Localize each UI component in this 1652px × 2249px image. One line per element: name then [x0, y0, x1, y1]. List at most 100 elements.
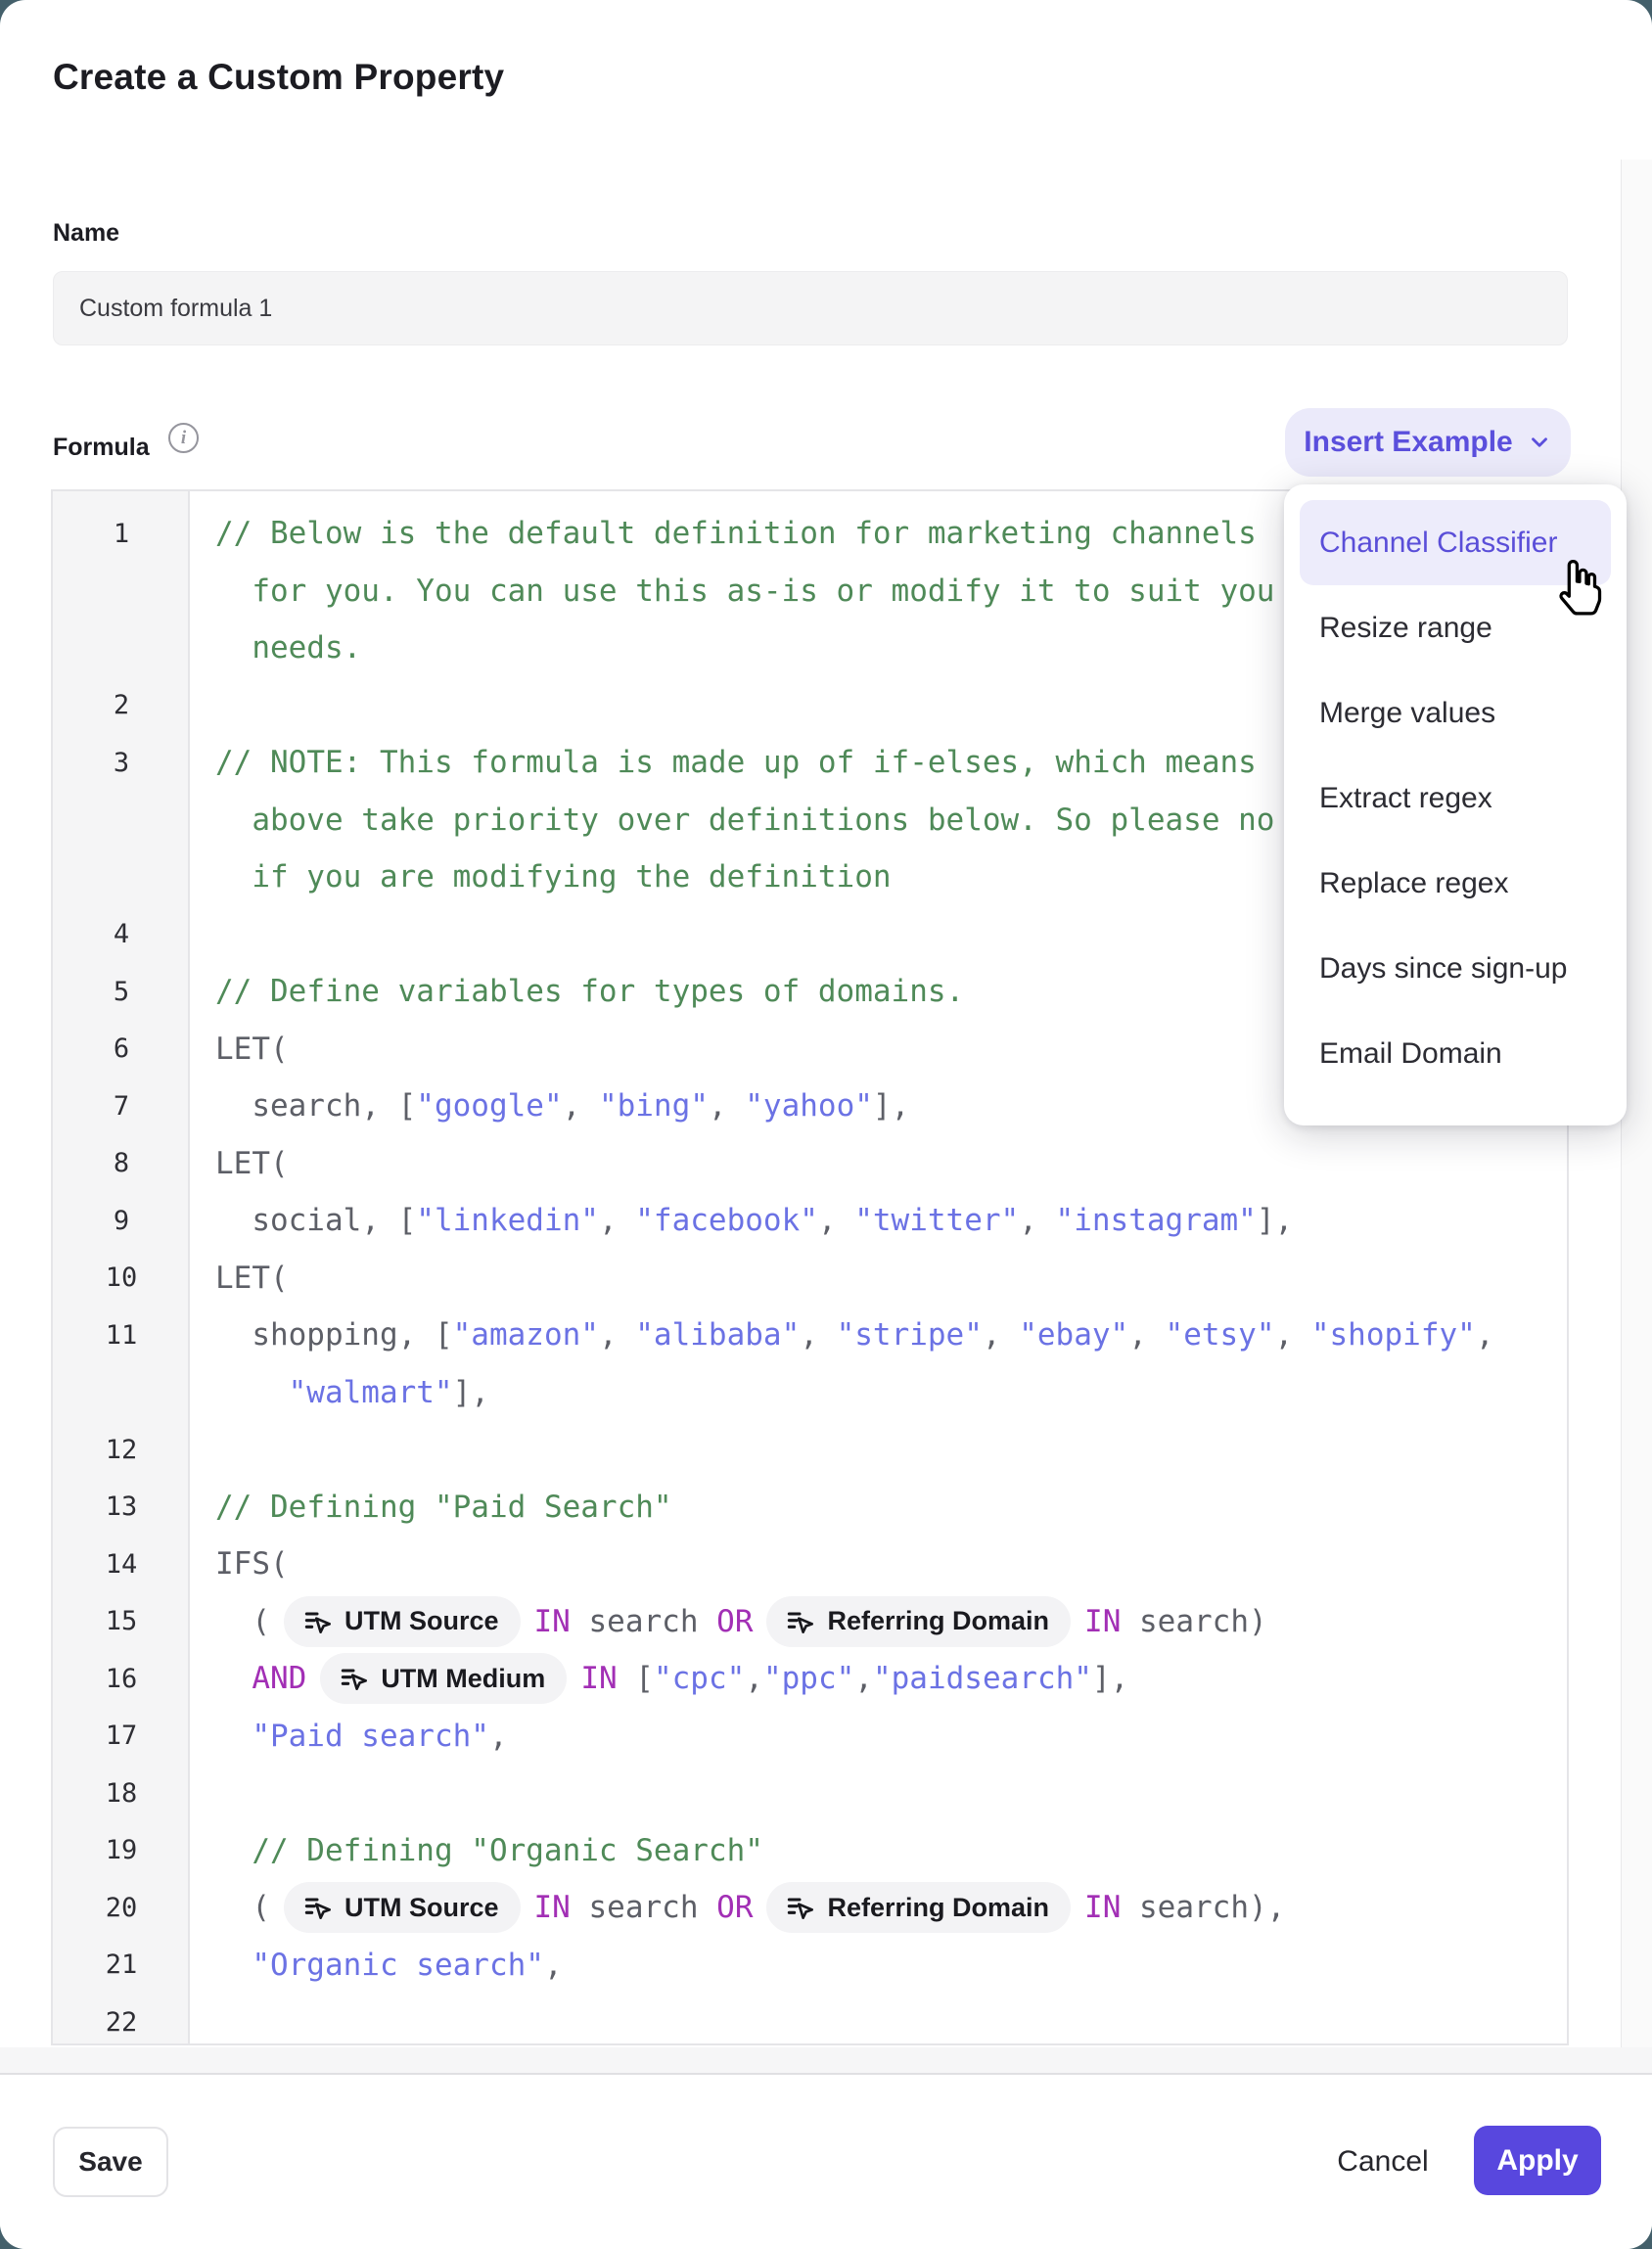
code-string: "facebook"	[635, 1203, 818, 1238]
property-chip-label: Referring Domain	[827, 1606, 1049, 1636]
code-keyword: IN	[1084, 1604, 1121, 1639]
property-chip-utm-source[interactable]: UTM Source	[284, 1596, 521, 1647]
code-string: "linkedin"	[416, 1203, 599, 1238]
code-keyword: IN	[534, 1890, 571, 1925]
name-input[interactable]	[53, 271, 1568, 345]
save-button[interactable]: Save	[53, 2127, 168, 2197]
menu-item-merge-values[interactable]: Merge values	[1300, 670, 1611, 756]
footer: Save Cancel Apply	[0, 2077, 1652, 2249]
code-keyword: OR	[716, 1604, 753, 1639]
code-line: 12	[53, 1421, 1567, 1479]
code-string: "Organic search"	[252, 1948, 544, 1983]
line-number: 12	[53, 1435, 190, 1465]
apply-button[interactable]: Apply	[1474, 2126, 1601, 2195]
code-string: "Paid search"	[252, 1719, 489, 1754]
line-number: 22	[53, 2007, 190, 2038]
code-text: search)	[1121, 1604, 1266, 1639]
code-string: "walmart"	[289, 1375, 453, 1410]
code-string: "twitter"	[854, 1203, 1019, 1238]
property-chip-referring-domain[interactable]: Referring Domain	[766, 1596, 1071, 1647]
code-string: "instagram"	[1056, 1203, 1257, 1238]
code-text: ],	[453, 1375, 489, 1410]
formula-label: Formula	[53, 434, 150, 462]
line-number: 21	[53, 1950, 190, 1980]
code-line: 13// Defining "Paid Search"	[53, 1479, 1567, 1537]
code-string: "bing"	[599, 1088, 709, 1124]
code-text: ,	[489, 1719, 508, 1754]
code-string: "yahoo"	[745, 1088, 873, 1124]
code-string: "etsy"	[1166, 1317, 1275, 1353]
menu-item-days-since-sign-up[interactable]: Days since sign-up	[1300, 926, 1611, 1011]
code-line: 19 // Defining "Organic Search"	[53, 1822, 1567, 1880]
code-line: 18	[53, 1765, 1567, 1822]
code-string: "shopify"	[1311, 1317, 1476, 1353]
line-number: 20	[53, 1893, 190, 1923]
property-chip-label: UTM Medium	[381, 1664, 545, 1694]
code-text: ,	[1019, 1203, 1055, 1238]
code-comment: // NOTE: This formula is made up of if-e…	[215, 745, 1257, 780]
info-circle-icon[interactable]: i	[168, 423, 199, 453]
property-chip-referring-domain[interactable]: Referring Domain	[766, 1882, 1071, 1933]
insert-example-button[interactable]: Insert Example	[1285, 408, 1571, 477]
code-text: search),	[1121, 1890, 1285, 1925]
code-line: 17"Paid search",	[53, 1708, 1567, 1766]
code-text: ,	[1275, 1317, 1311, 1353]
property-chip-icon	[784, 1892, 815, 1923]
property-chip-utm-medium[interactable]: UTM Medium	[320, 1653, 567, 1704]
line-number: 14	[53, 1549, 190, 1580]
code-string: "alibaba"	[635, 1317, 800, 1353]
code-text: shopping, [	[252, 1317, 452, 1353]
code-comment: // Below is the default definition for m…	[215, 516, 1257, 551]
code-line: 10 LET(	[53, 1250, 1567, 1308]
line-number: 18	[53, 1778, 190, 1809]
line-number: 5	[53, 977, 190, 1007]
code-line: 16ANDUTM MediumIN ["cpc","ppc","paidsear…	[53, 1650, 1567, 1708]
code-comment: needs.	[252, 630, 361, 666]
menu-item-extract-regex[interactable]: Extract regex	[1300, 756, 1611, 841]
line-number: 19	[53, 1835, 190, 1865]
content-footer-divider	[0, 2047, 1652, 2075]
property-chip-utm-source[interactable]: UTM Source	[284, 1882, 521, 1933]
code-text: ,	[563, 1088, 599, 1124]
code-text: ,	[854, 1661, 873, 1696]
cancel-button[interactable]: Cancel	[1319, 2127, 1446, 2197]
code-text: search	[571, 1604, 716, 1639]
code-comment: // Defining "Organic Search"	[252, 1833, 763, 1868]
line-number: 8	[53, 1148, 190, 1178]
code-string: "amazon"	[453, 1317, 599, 1353]
code-line: 21"Organic search",	[53, 1937, 1567, 1995]
line-number: 4	[53, 919, 190, 949]
line-number: 11	[53, 1320, 190, 1351]
code-text: ,	[800, 1317, 836, 1353]
code-keyword: AND	[252, 1661, 306, 1696]
property-chip-icon	[301, 1892, 333, 1923]
line-number: 7	[53, 1091, 190, 1122]
code-text: ,	[745, 1661, 763, 1696]
code-string: "google"	[416, 1088, 562, 1124]
line-number: 13	[53, 1492, 190, 1522]
property-chip-icon	[338, 1663, 369, 1694]
code-string: "cpc"	[654, 1661, 745, 1696]
menu-item-replace-regex[interactable]: Replace regex	[1300, 841, 1611, 926]
code-text: LET(	[215, 1261, 289, 1296]
line-number: 10	[53, 1262, 190, 1293]
code-comment: above take priority over definitions bel…	[252, 803, 1274, 838]
code-comment: for you. You can use this as-is or modif…	[252, 574, 1274, 609]
code-text: ],	[1092, 1661, 1128, 1696]
code-text: ,	[599, 1317, 635, 1353]
code-text: search, [	[252, 1088, 416, 1124]
menu-item-email-domain[interactable]: Email Domain	[1300, 1011, 1611, 1096]
code-text: ],	[1257, 1203, 1293, 1238]
insert-example-label: Insert Example	[1304, 426, 1512, 459]
code-string: "stripe"	[837, 1317, 983, 1353]
code-keyword: IN	[580, 1661, 617, 1696]
code-keyword: IN	[534, 1604, 571, 1639]
code-text: [	[618, 1661, 654, 1696]
code-line: 14IFS(	[53, 1536, 1567, 1593]
code-text: ,	[983, 1317, 1019, 1353]
code-line: "walmart"],	[53, 1364, 1567, 1422]
code-line: 20(UTM SourceIN search ORReferring Domai…	[53, 1879, 1567, 1937]
code-string: "paidsearch"	[873, 1661, 1092, 1696]
code-comment: // Define variables for types of domains…	[215, 974, 964, 1009]
scrollbar-track[interactable]	[1621, 160, 1652, 2072]
